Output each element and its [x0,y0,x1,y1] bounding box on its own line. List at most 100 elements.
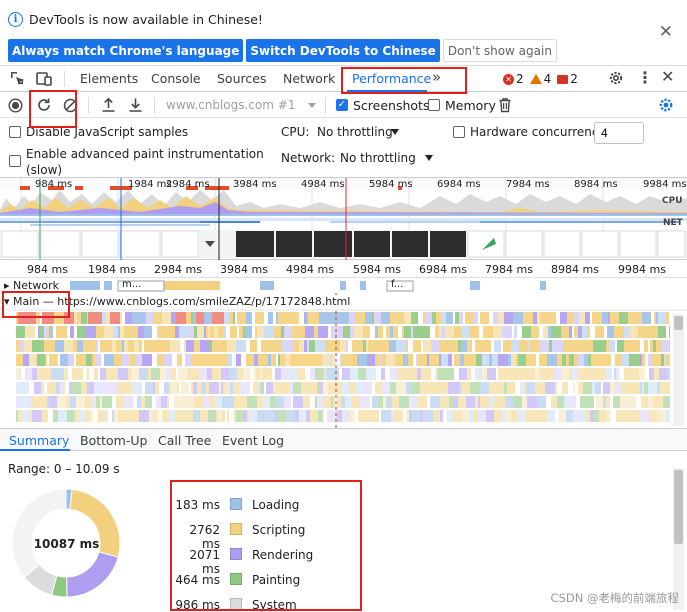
flame-event[interactable] [378,340,383,352]
tab-console[interactable]: Console [151,71,201,86]
flame-event[interactable] [525,312,533,324]
flame-event[interactable] [230,382,233,394]
flame-event[interactable] [363,326,370,338]
flame-event[interactable] [315,396,317,408]
flame-event[interactable] [614,368,616,380]
flame-event[interactable] [86,354,92,366]
flame-event[interactable] [590,410,593,422]
flame-event[interactable] [624,326,630,338]
flame-event[interactable] [403,354,408,366]
flame-event[interactable] [213,354,220,366]
flame-event[interactable] [137,396,141,408]
flame-event[interactable] [254,368,256,380]
flame-event[interactable] [539,368,548,380]
flame-event[interactable] [177,354,179,366]
flame-event[interactable] [28,396,31,408]
flame-event[interactable] [322,354,330,366]
flame-event[interactable] [112,368,118,380]
flame-event[interactable] [587,326,590,338]
flame-event[interactable] [601,340,606,352]
flame-event[interactable] [430,396,440,408]
flame-event[interactable] [622,382,630,394]
flame-event[interactable] [72,382,81,394]
flame-event[interactable] [171,382,177,394]
network-request-chunk[interactable]: f... [391,279,403,290]
flame-event[interactable] [114,410,118,422]
flame-event[interactable] [122,354,130,366]
flame-event[interactable] [56,326,62,338]
flame-event[interactable] [355,382,364,394]
flame-event[interactable] [281,382,289,394]
flame-event[interactable] [204,326,206,338]
flame-event[interactable] [137,312,146,324]
flame-event[interactable] [374,410,379,422]
flame-event[interactable] [39,368,48,380]
flame-event[interactable] [432,312,436,324]
flame-event[interactable] [236,410,240,422]
flame-event[interactable] [567,312,574,324]
flame-event[interactable] [160,340,170,352]
flame-event[interactable] [539,410,547,422]
flame-event[interactable] [577,368,586,380]
flame-event[interactable] [19,368,21,380]
flame-event[interactable] [528,340,530,352]
flame-event[interactable] [470,382,480,394]
flame-event[interactable] [106,368,112,380]
flame-event[interactable] [524,382,526,394]
errors-badge[interactable]: ✕ 2 [503,72,524,86]
flame-event[interactable] [583,382,592,394]
flame-event[interactable] [32,368,37,380]
flame-event[interactable] [169,382,171,394]
flame-event[interactable] [633,354,640,366]
flame-event[interactable] [490,396,493,408]
flame-event[interactable] [243,368,250,380]
flame-event[interactable] [315,340,325,352]
flame-event[interactable] [350,368,358,380]
flame-event[interactable] [340,340,346,352]
flame-event[interactable] [631,368,639,380]
flame-event[interactable] [342,382,349,394]
flame-event[interactable] [309,340,315,352]
flame-event[interactable] [16,354,23,366]
flame-event[interactable] [390,382,396,394]
flame-event[interactable] [440,340,450,352]
flame-event[interactable] [150,312,153,324]
flame-event[interactable] [253,382,258,394]
flame-event[interactable] [537,312,540,324]
flame-event[interactable] [325,340,334,352]
flame-event[interactable] [187,396,194,408]
flame-event[interactable] [122,340,124,352]
flame-event[interactable] [138,326,144,338]
flame-event[interactable] [330,354,332,366]
flame-event[interactable] [206,382,209,394]
flame-event[interactable] [278,312,286,324]
flame-event[interactable] [540,312,549,324]
flame-event[interactable] [666,312,669,324]
flame-event[interactable] [239,326,243,338]
flame-event[interactable] [473,312,478,324]
flame-event[interactable] [505,396,513,408]
flame-event[interactable] [596,354,602,366]
flame-event[interactable] [68,354,74,366]
flame-event[interactable] [224,396,234,408]
flame-event[interactable] [386,396,392,408]
flame-event[interactable] [90,410,93,422]
flame-event[interactable] [146,326,152,338]
flame-event[interactable] [49,396,51,408]
flame-event[interactable] [641,396,648,408]
flame-event[interactable] [44,340,47,352]
save-profile-icon[interactable] [128,97,143,113]
flame-event[interactable] [207,368,212,380]
flame-event[interactable] [228,354,232,366]
flame-event[interactable] [154,340,160,352]
flame-event[interactable] [393,326,398,338]
flame-event[interactable] [112,340,116,352]
flame-event[interactable] [429,382,434,394]
flame-event[interactable] [162,410,169,422]
flame-event[interactable] [503,340,507,352]
flame-event[interactable] [189,326,194,338]
flame-event[interactable] [49,354,58,366]
flame-event[interactable] [439,354,441,366]
flame-event[interactable] [412,368,417,380]
flame-event[interactable] [512,382,515,394]
